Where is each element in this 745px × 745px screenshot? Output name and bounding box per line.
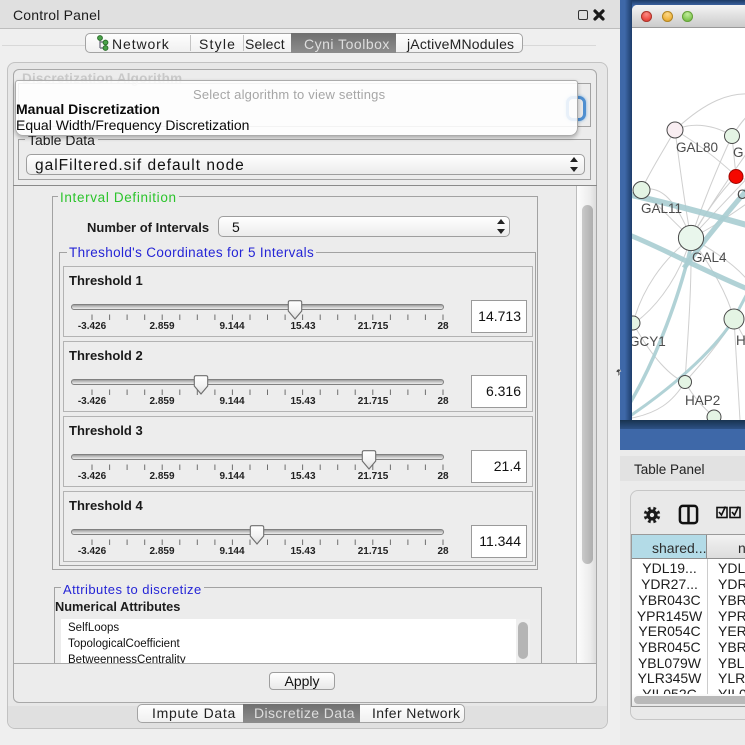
svg-text:GAL11: GAL11 <box>641 201 682 216</box>
svg-text:G: G <box>733 145 744 160</box>
svg-text:H: H <box>736 333 745 348</box>
svg-text:GCY1: GCY1 <box>632 334 666 349</box>
svg-text:C: C <box>737 187 745 202</box>
svg-text:GAL80: GAL80 <box>676 140 718 155</box>
svg-text:HAP2: HAP2 <box>685 393 720 408</box>
svg-text:GAL4: GAL4 <box>692 250 727 265</box>
